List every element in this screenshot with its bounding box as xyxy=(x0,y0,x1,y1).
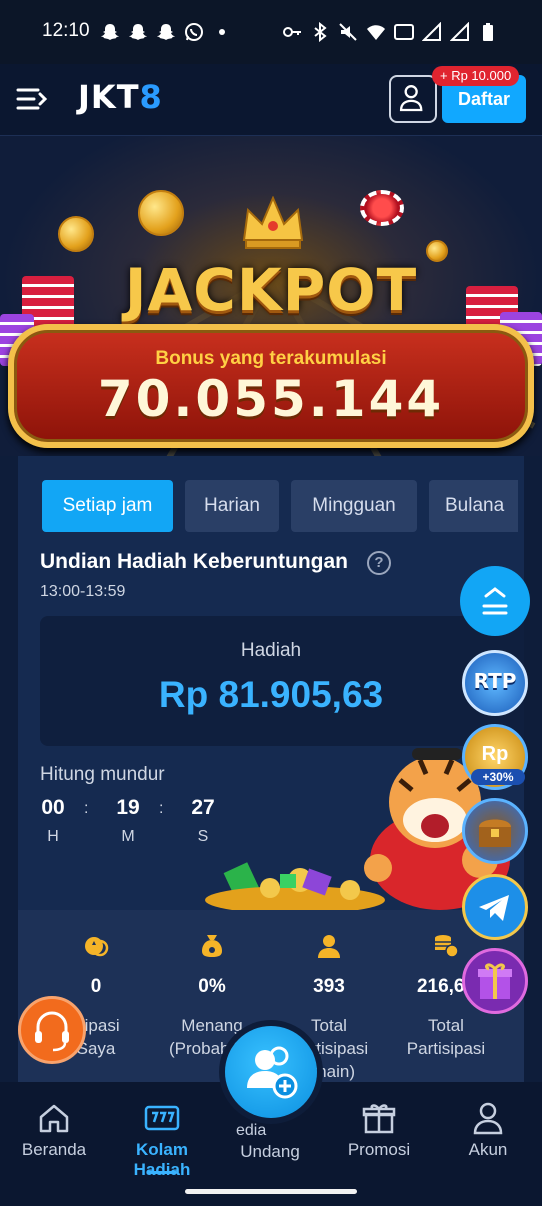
invite-button[interactable] xyxy=(225,1026,317,1118)
treasure-chest-icon xyxy=(479,819,511,847)
countdown-minutes-unit: M xyxy=(121,828,135,845)
tab-monthly[interactable]: Bulana xyxy=(429,480,518,532)
crown-icon xyxy=(242,196,304,249)
brand-logo[interactable]: JKT8 xyxy=(78,78,163,116)
signal-icon xyxy=(450,22,469,41)
snapchat-icon xyxy=(129,24,147,40)
countdown-hours: 00 xyxy=(41,796,65,819)
key-icon xyxy=(283,27,301,37)
stat-label: Total Partisipasi xyxy=(406,1016,486,1058)
signal-icon xyxy=(422,22,441,41)
stat-value: 393 xyxy=(313,976,345,997)
jackpot-label: Bonus yang terakumulasi xyxy=(155,348,387,369)
gift-box-icon xyxy=(478,963,512,999)
gift-box-button[interactable] xyxy=(462,948,528,1014)
logo-accent: 8 xyxy=(139,78,163,116)
headset-icon xyxy=(35,1011,69,1052)
coins-icon xyxy=(435,935,459,958)
telegram-icon xyxy=(479,895,509,921)
nav-label: Beranda xyxy=(21,1140,87,1159)
collapse-icon xyxy=(482,587,508,615)
tab-hourly[interactable]: Setiap jam xyxy=(42,480,173,532)
jackpot-panel: Bonus yang terakumulasi 70.055.144 xyxy=(8,324,534,448)
tab-daily[interactable]: Harian xyxy=(185,480,279,532)
telegram-button[interactable] xyxy=(462,874,528,940)
probability-icon xyxy=(202,935,222,957)
battery-icon xyxy=(483,23,493,41)
nav-partial-label: edia xyxy=(236,1122,267,1139)
stat-value: 0% xyxy=(198,976,226,997)
whatsapp-icon xyxy=(185,23,203,41)
live-chat-button[interactable] xyxy=(18,996,86,1064)
countdown-hours-unit: H xyxy=(47,828,59,845)
nav-label: Akun xyxy=(468,1140,508,1159)
account-icon xyxy=(473,1102,503,1135)
logo-text: JKT xyxy=(78,78,140,116)
nav-label: Undang xyxy=(240,1142,300,1161)
mute-icon xyxy=(339,23,357,41)
menu-icon[interactable] xyxy=(16,84,50,114)
system-icons xyxy=(282,22,498,42)
gold-coin xyxy=(138,190,184,236)
invite-icon xyxy=(247,1046,298,1099)
cashback-button[interactable]: Rp +30% xyxy=(462,724,528,790)
prize-box: Hadiah Rp 81.905,63 xyxy=(40,616,524,746)
status-bar: 12:10 xyxy=(0,0,542,64)
notification-icons xyxy=(100,22,232,42)
period-tabs: Setiap jam Harian Mingguan Bulana xyxy=(42,480,518,532)
prize-label: Hadiah xyxy=(240,640,302,661)
rtp-label: RTP xyxy=(473,669,517,693)
prize-value: Rp 81.905,63 xyxy=(158,674,384,715)
nav-label: Promosi xyxy=(347,1140,411,1159)
countdown-minutes: 19 xyxy=(116,796,140,819)
tab-weekly[interactable]: Mingguan xyxy=(291,480,417,532)
rtp-button[interactable]: RTP xyxy=(462,650,528,716)
gift-icon xyxy=(362,1104,396,1134)
login-button[interactable] xyxy=(389,75,437,123)
cashback-badge: +30% xyxy=(471,769,525,785)
home-icon xyxy=(39,1104,69,1133)
treasure-chest-button[interactable] xyxy=(462,798,528,864)
user-icon xyxy=(399,85,423,112)
countdown-label: Hitung mundur xyxy=(40,764,165,785)
gold-coin xyxy=(58,216,94,252)
casino-chip xyxy=(360,190,404,226)
nav-active-indicator xyxy=(147,1171,177,1174)
countdown-seconds: 27 xyxy=(191,796,215,819)
cashback-label: Rp xyxy=(481,743,509,765)
countdown-seconds-unit: S xyxy=(197,828,209,845)
nav-home[interactable]: Beranda xyxy=(0,1082,108,1176)
slot-icon xyxy=(144,1105,180,1131)
player-icon xyxy=(318,935,340,958)
snapchat-icon xyxy=(101,24,119,40)
scroll-top-button[interactable] xyxy=(460,566,530,636)
vowifi-icon xyxy=(394,24,414,40)
stat-value: 0 xyxy=(90,976,102,997)
help-icon[interactable]: ? xyxy=(367,551,391,575)
nav-label: Kolam Hadiah xyxy=(133,1140,191,1179)
draw-time-range: 13:00-13:59 xyxy=(40,583,126,600)
jackpot-title: JACKPOT xyxy=(124,256,418,324)
countdown-separator: : xyxy=(84,800,89,817)
app-header: JKT8 Daftar + Rp 10.000 xyxy=(0,64,542,136)
register-bonus-badge: + Rp 10.000 xyxy=(432,66,520,86)
countdown-separator: : xyxy=(159,800,164,817)
participation-icon xyxy=(85,937,109,957)
wifi-icon xyxy=(367,25,385,40)
nav-account[interactable]: Akun xyxy=(434,1082,542,1176)
dot-icon xyxy=(219,29,225,35)
status-time: 12:10 xyxy=(42,20,90,41)
jackpot-banner: JACKPOT Bonus yang terakumulasi 70.055.1… xyxy=(0,136,542,456)
snapchat-icon xyxy=(157,24,175,40)
jackpot-amount: 70.055.144 xyxy=(97,370,445,428)
nav-promo[interactable]: Promosi xyxy=(325,1082,433,1176)
draw-title: Undian Hadiah Keberuntungan xyxy=(40,550,349,573)
bluetooth-icon xyxy=(314,22,327,42)
gesture-bar xyxy=(0,1176,542,1206)
home-indicator[interactable] xyxy=(185,1189,357,1194)
nav-prize-pool[interactable]: Kolam Hadiah xyxy=(108,1082,216,1179)
